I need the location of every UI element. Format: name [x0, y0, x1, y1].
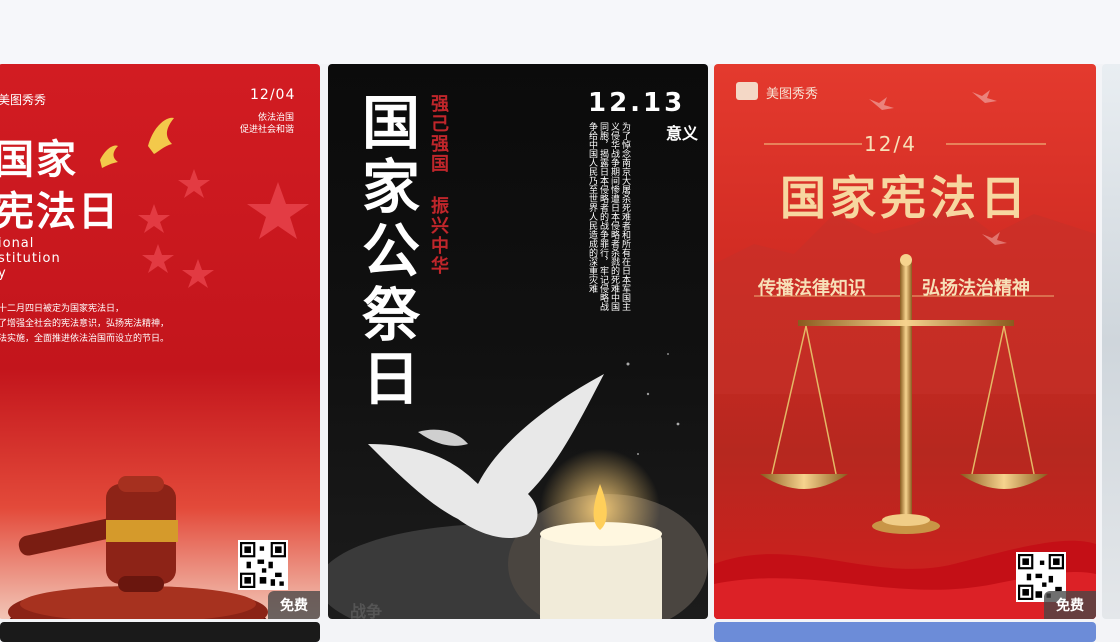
side-note-line: 依法治国	[257, 113, 294, 123]
free-badge: 免费	[1044, 591, 1096, 619]
english-line: stitution	[0, 251, 61, 266]
meaning-column: 同胞，揭露日本侵略者的战争罪行，牢记侵略战	[598, 122, 608, 311]
side-note: 依法治国 促进社会和谐	[226, 112, 294, 136]
date-label: 12/4	[864, 132, 917, 156]
brand-label: 美图秀秀	[766, 87, 819, 102]
slogan-left: 传播法律知识	[758, 278, 866, 299]
title-line: 宪法日	[0, 189, 120, 235]
card-body: 十二月四日被定为国家宪法日， 了增强全社会的宪法意识，弘扬宪法精神， 法实施，全…	[0, 302, 169, 347]
slogan-strong: 强己强国	[428, 94, 449, 174]
side-note-line: 促进社会和谐	[239, 125, 294, 135]
meaning-column: 为了悼念南京大屠杀死难者和所有在日本军国主	[620, 122, 630, 311]
meaning-column: 争给中国人民乃至世界人民造成的深重灾难	[587, 122, 597, 293]
card-title: 国家公祭日	[352, 92, 420, 412]
date-label: 12/04	[250, 87, 296, 103]
slogan-right: 弘扬法治精神	[922, 278, 1030, 299]
english-line: ional	[0, 236, 35, 251]
card-title: 国家 宪法日	[0, 134, 120, 238]
meaning-column: 义侵华战争期间惨遭日本侵略者杀戮的死难中国	[609, 122, 619, 311]
template-card-memorial-day[interactable]: 国家公祭日 强己强国 振兴中华 12.13 意义 为了悼念南京大屠杀死难者和所有…	[328, 64, 708, 619]
date-label: 12.13	[588, 88, 686, 118]
body-line: 十二月四日被定为国家宪法日，	[0, 304, 125, 314]
bottom-text: 战争	[350, 602, 383, 619]
free-badge: 免费	[268, 591, 320, 619]
brand-logo-icon	[736, 82, 758, 100]
top-bar	[0, 0, 1120, 64]
meaning-text: 为了悼念南京大屠杀死难者和所有在日本军国主 义侵华战争期间惨遭日本侵略者杀戮的死…	[586, 122, 630, 332]
brand-label: 美图秀秀	[0, 93, 47, 107]
template-card-constitution-day-gavel[interactable]: 美图秀秀 12/04 依法治国 促进社会和谐 国家 宪法日 ional stit…	[0, 64, 320, 619]
english-line: y	[0, 266, 7, 281]
template-card-partial[interactable]	[1102, 64, 1120, 619]
qr-code	[238, 540, 288, 590]
body-line: 法实施，全面推进依法治国而设立的节日。	[0, 334, 170, 344]
title-line: 国家	[0, 137, 78, 183]
meaning-label: 意义	[666, 124, 699, 143]
english-subtitle: ional stitution y	[0, 236, 61, 281]
card-title: 国家宪法日	[780, 171, 1030, 225]
next-row-card[interactable]	[0, 622, 320, 642]
body-line: 了增强全社会的宪法意识，弘扬宪法精神，	[0, 319, 170, 329]
slogan-rejuvenate: 振兴中华	[428, 196, 449, 276]
template-card-constitution-day-scales[interactable]: 美图秀秀 12/4 国家宪法日 传播法律知识 弘扬法治精神 免费	[714, 64, 1096, 619]
next-row-card[interactable]	[714, 622, 1096, 642]
